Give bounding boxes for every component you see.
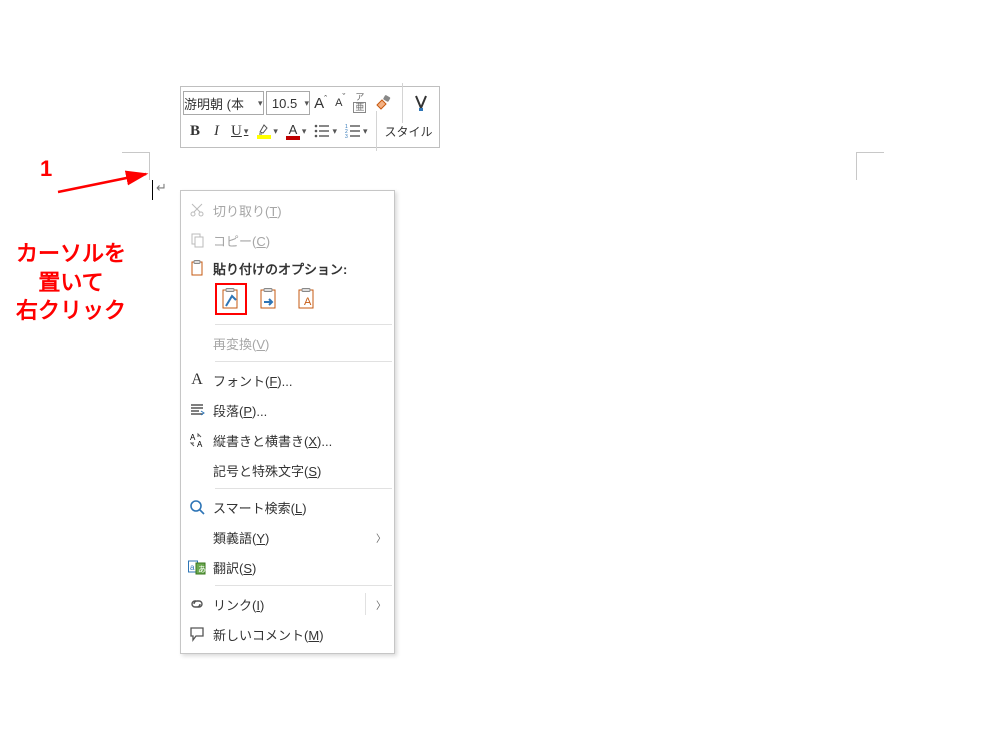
separator (215, 585, 392, 586)
paragraph-mark: ↵ (156, 180, 167, 196)
numbering-button[interactable]: 123 ▾ (341, 118, 372, 144)
menu-item-font[interactable]: A フォント(F)... (181, 365, 394, 395)
copy-icon (181, 232, 213, 248)
menu-label: コピー(C) (213, 231, 386, 250)
menu-label: 段落(P)... (213, 401, 386, 420)
paste-keep-source-formatting[interactable] (215, 283, 247, 315)
styles-button[interactable] (407, 92, 435, 114)
menu-label: リンク(I) (213, 595, 359, 614)
grow-font-button[interactable]: Aˆ (310, 90, 331, 116)
chevron-down-icon: ▾ (271, 126, 278, 137)
chevron-down-icon: ▾ (242, 126, 249, 137)
menu-label: 再変換(V) (213, 334, 386, 353)
page-corner-mark (856, 152, 884, 180)
phonetic-guide-button[interactable]: ア亜 (349, 90, 370, 116)
annotation-line: カーソルを (16, 240, 126, 269)
paste-text-only[interactable]: A (291, 283, 323, 315)
annotation-line: 右クリック (16, 297, 126, 326)
scissors-icon (181, 202, 213, 218)
menu-item-text-direction[interactable]: AA 縦書きと横書き(X)... (181, 425, 394, 455)
styles-label[interactable]: スタイル (381, 123, 437, 140)
menu-label: 類義語(Y) (213, 528, 372, 547)
annotation-step-1-text: カーソルを 置いて 右クリック (16, 240, 126, 326)
svg-text:A: A (190, 433, 196, 442)
italic-button[interactable]: I (207, 118, 226, 144)
chevron-down-icon: ▾ (300, 126, 307, 137)
separator (215, 324, 392, 325)
separator (215, 488, 392, 489)
menu-item-smart-lookup[interactable]: スマート検索(L) (181, 492, 394, 522)
context-menu: 切り取り(T) コピー(C) 貼り付けのオプション: A (180, 190, 395, 654)
ruby-top: ア (355, 93, 364, 102)
ruby-bottom: 亜 (353, 102, 366, 113)
menu-item-paragraph[interactable]: 段落(P)... (181, 395, 394, 425)
search-icon (181, 499, 213, 515)
menu-label: 新しいコメント(M) (213, 625, 386, 644)
svg-text:A: A (304, 296, 312, 308)
svg-text:A: A (197, 440, 203, 449)
page-corner-mark (122, 152, 150, 180)
chevron-right-icon: 〉 (372, 530, 386, 545)
menu-label: 縦書きと横書き(X)... (213, 431, 386, 450)
menu-label: 翻訳(S) (213, 558, 386, 577)
font-size-value: 10.5 (267, 96, 303, 111)
chevron-down-icon: ▾ (303, 98, 310, 109)
chevron-right-icon[interactable]: 〉 (372, 597, 386, 612)
menu-label: 切り取り(T) (213, 201, 386, 220)
chevron-down-icon: ▾ (330, 126, 337, 137)
bullets-button[interactable]: ▾ (310, 118, 341, 144)
link-icon (181, 596, 213, 612)
menu-item-symbols[interactable]: 記号と特殊文字(S) (181, 455, 394, 485)
separator (365, 593, 366, 615)
text-caret (152, 180, 153, 200)
clipboard-icon (181, 260, 213, 276)
menu-item-reconvert: 再変換(V) (181, 328, 394, 358)
menu-item-paste-options: 貼り付けのオプション: A (181, 255, 394, 321)
paragraph-icon (181, 402, 213, 418)
text-direction-icon: AA (181, 432, 213, 448)
menu-item-copy: コピー(C) (181, 225, 394, 255)
underline-button[interactable]: U▾ (226, 118, 253, 144)
separator (215, 361, 392, 362)
svg-text:3: 3 (345, 134, 348, 140)
svg-text:あ: あ (198, 565, 206, 574)
font-size-dropdown[interactable]: 10.5 ▾ (266, 91, 311, 115)
menu-item-translate[interactable]: aあ 翻訳(S) (181, 552, 394, 582)
font-icon: A (181, 371, 213, 389)
menu-item-synonyms[interactable]: 類義語(Y) 〉 (181, 522, 394, 552)
font-name-value: 游明朝 (本 (184, 94, 256, 113)
mini-toolbar: 游明朝 (本 ▾ 10.5 ▾ Aˆ Aˇ ア亜 B I U▾ (180, 86, 440, 148)
translate-icon: aあ (181, 559, 213, 575)
highlight-color-button[interactable]: ▾ (253, 118, 282, 144)
menu-label: 記号と特殊文字(S) (213, 461, 386, 480)
chevron-down-icon: ▾ (361, 126, 368, 137)
paste-options-header: 貼り付けのオプション: (213, 255, 347, 282)
menu-item-cut: 切り取り(T) (181, 195, 394, 225)
paste-merge-formatting[interactable] (253, 283, 285, 315)
svg-text:a: a (190, 563, 195, 572)
chevron-down-icon: ▾ (256, 98, 263, 109)
font-color-swatch (286, 136, 300, 140)
highlight-swatch (257, 135, 271, 139)
comment-icon (181, 626, 213, 642)
font-name-dropdown[interactable]: 游明朝 (本 ▾ (183, 91, 264, 115)
menu-label: フォント(F)... (213, 371, 386, 390)
annotation-line: 置いて (16, 269, 126, 298)
shrink-font-button[interactable]: Aˇ (331, 90, 349, 116)
menu-item-new-comment[interactable]: 新しいコメント(M) (181, 619, 394, 649)
menu-item-link[interactable]: リンク(I) 〉 (181, 589, 394, 619)
separator (376, 111, 377, 151)
bold-button[interactable]: B (183, 118, 207, 144)
annotation-step-1-number: 1 (40, 156, 52, 182)
menu-label: スマート検索(L) (213, 498, 386, 517)
font-color-button[interactable]: A ▾ (282, 118, 311, 144)
